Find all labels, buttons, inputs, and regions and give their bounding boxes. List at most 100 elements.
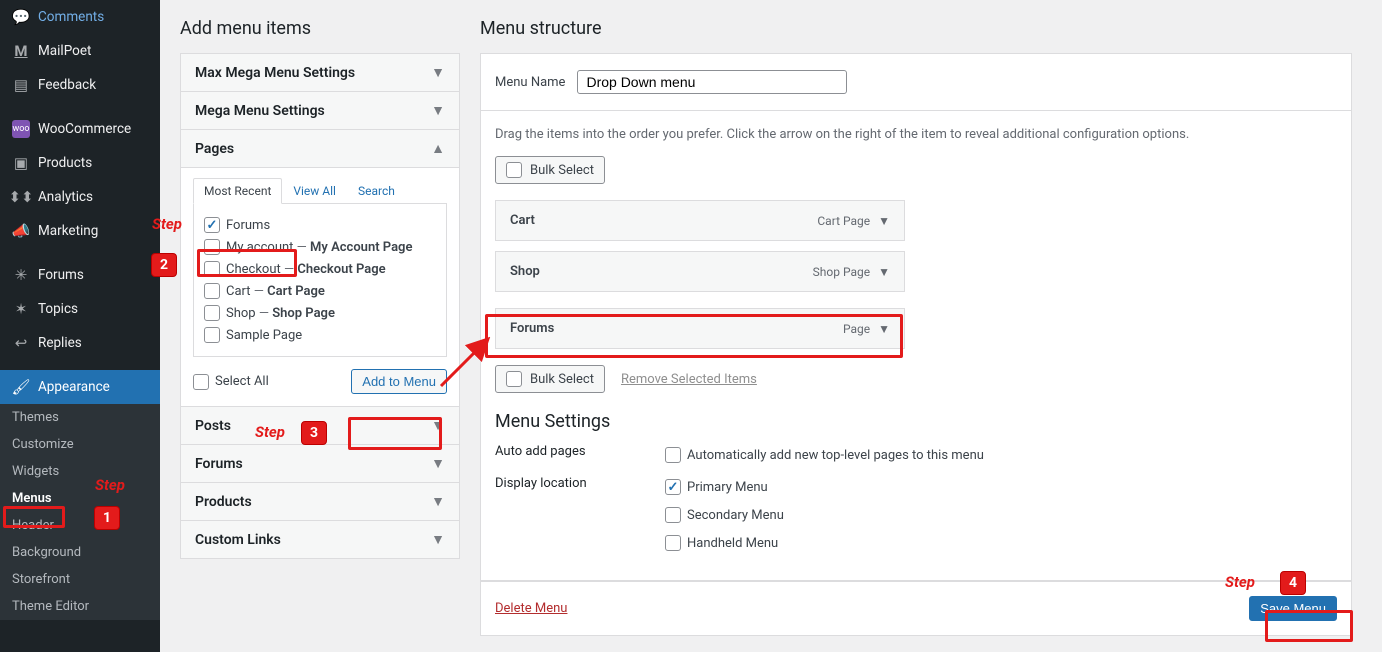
bulk-label: Bulk Select — [530, 163, 594, 178]
page-row-checkout[interactable]: Checkout — Checkout Page — [204, 258, 436, 280]
page-row-sample[interactable]: Sample Page — [204, 324, 436, 346]
step-4: 4 — [1280, 571, 1306, 595]
sidebar-item-label: WooCommerce — [38, 121, 131, 137]
structure-title: Menu structure — [480, 18, 1352, 39]
caret-down-icon[interactable]: ▼ — [878, 265, 890, 279]
sidebar-item-label: Feedback — [38, 77, 96, 93]
checkbox-forums[interactable] — [204, 217, 220, 233]
checkbox-handheld[interactable] — [665, 535, 681, 551]
bulk-label: Bulk Select — [530, 372, 594, 387]
panel-label: Mega Menu Settings — [195, 103, 325, 119]
sidebar-item-appearance[interactable]: 🖌 Appearance — [0, 370, 160, 404]
add-to-menu-button[interactable]: Add to Menu — [351, 369, 447, 394]
save-menu-button[interactable]: Save Menu — [1249, 596, 1337, 621]
menu-structure-column: Menu structure Menu Name Drag the items … — [480, 0, 1362, 632]
pages-list: Forums My account — My Account Page Chec… — [193, 203, 447, 357]
page-row-myaccount[interactable]: My account — My Account Page — [204, 236, 436, 258]
page-label: Checkout — Checkout Page — [226, 262, 386, 277]
sidebar-item-comments[interactable]: 💬Comments — [0, 0, 160, 34]
menu-item-cart[interactable]: CartCart Page▼ — [495, 200, 905, 241]
page-row-cart[interactable]: Cart — Cart Page — [204, 280, 436, 302]
loc-primary[interactable]: Primary Menu — [665, 476, 784, 498]
checkbox[interactable] — [204, 305, 220, 321]
checkbox[interactable] — [204, 261, 220, 277]
admin-sidebar: 💬Comments MMailPoet ▤Feedback woo WooComm… — [0, 0, 160, 652]
bulk-select-top[interactable]: Bulk Select — [495, 156, 605, 184]
menu-item-forums[interactable]: ForumsPage▼ — [495, 308, 905, 349]
checkbox-secondary[interactable] — [665, 507, 681, 523]
page-row-shop[interactable]: Shop — Shop Page — [204, 302, 436, 324]
checkbox-select-all[interactable] — [193, 374, 209, 390]
menu-name-input[interactable] — [577, 70, 847, 94]
tab-search[interactable]: Search — [347, 178, 406, 204]
panel-forums[interactable]: Forums▼ — [180, 444, 460, 483]
step-label-4: Step — [1225, 573, 1255, 591]
page-label: Cart — Cart Page — [226, 284, 325, 299]
reply-icon: ↩ — [12, 334, 30, 352]
box-icon: ▣ — [12, 154, 30, 172]
step-1: 1 — [94, 506, 120, 530]
sidebar-item-analytics[interactable]: ⬍⬍Analytics — [0, 180, 160, 214]
sidebar-item-replies[interactable]: ↩ Replies — [0, 326, 160, 360]
bulk-select-bottom[interactable]: Bulk Select — [495, 365, 605, 393]
woo-icon: woo — [12, 120, 30, 138]
delete-menu-link[interactable]: Delete Menu — [495, 601, 567, 616]
menu-item-label: Forums — [510, 321, 554, 336]
panel-mega[interactable]: Mega Menu Settings▼ — [180, 91, 460, 130]
mailpoet-icon: M — [12, 42, 30, 60]
sidebar-item-label: Appearance — [38, 379, 110, 395]
sidebar-item-topics[interactable]: ✶Topics — [0, 292, 160, 326]
caret-down-icon: ▼ — [431, 531, 445, 548]
checkbox-bulk[interactable] — [506, 162, 522, 178]
caret-up-icon: ▲ — [431, 140, 445, 157]
remove-selected-link[interactable]: Remove Selected Items — [621, 372, 757, 387]
caret-down-icon[interactable]: ▼ — [878, 322, 890, 336]
panel-max-mega[interactable]: Max Mega Menu Settings▼ — [180, 53, 460, 92]
sidebar-item-products[interactable]: ▣ Products — [0, 146, 160, 180]
subitem-menus[interactable]: Menus — [0, 485, 160, 512]
loc-label: Primary Menu — [687, 480, 768, 495]
sidebar-item-forums[interactable]: ✳Forums — [0, 258, 160, 292]
tab-most-recent[interactable]: Most Recent — [193, 178, 282, 204]
sidebar-item-marketing[interactable]: 📣Marketing — [0, 214, 160, 248]
checkbox[interactable] — [204, 283, 220, 299]
subitem-customize[interactable]: Customize — [0, 431, 160, 458]
subitem-background[interactable]: Background — [0, 539, 160, 566]
checkbox-bulk[interactable] — [506, 371, 522, 387]
page-row-forums[interactable]: Forums — [204, 214, 436, 236]
sidebar-item-mailpoet[interactable]: MMailPoet — [0, 34, 160, 68]
loc-secondary[interactable]: Secondary Menu — [665, 504, 784, 526]
sidebar-item-feedback[interactable]: ▤Feedback — [0, 68, 160, 102]
checkbox[interactable] — [204, 327, 220, 343]
subitem-theme-editor[interactable]: Theme Editor — [0, 593, 160, 620]
checkbox-primary[interactable] — [665, 479, 681, 495]
drag-hint: Drag the items into the order you prefer… — [495, 127, 1337, 142]
panel-products[interactable]: Products▼ — [180, 482, 460, 521]
step-label-2: Step — [152, 215, 182, 233]
step-2: 2 — [151, 253, 177, 277]
auto-add-checkbox-row[interactable]: Automatically add new top-level pages to… — [665, 444, 984, 466]
brush-icon: 🖌 — [12, 378, 30, 396]
tab-view-all[interactable]: View All — [282, 178, 347, 204]
menu-item-shop[interactable]: ShopShop Page▼ — [495, 251, 905, 292]
add-menu-items-column: Add menu items Max Mega Menu Settings▼ M… — [180, 0, 460, 632]
sidebar-item-label: Marketing — [38, 223, 98, 239]
topic-icon: ✶ — [12, 300, 30, 318]
sidebar-item-label: Forums — [38, 267, 84, 283]
checkbox-auto-add[interactable] — [665, 447, 681, 463]
subitem-widgets[interactable]: Widgets — [0, 458, 160, 485]
sidebar-item-label: Products — [38, 155, 92, 171]
select-all-row[interactable]: Select All — [193, 371, 269, 393]
loc-label: Secondary Menu — [687, 508, 784, 523]
caret-down-icon[interactable]: ▼ — [878, 214, 890, 228]
panel-custom-links[interactable]: Custom Links▼ — [180, 520, 460, 559]
subitem-themes[interactable]: Themes — [0, 404, 160, 431]
loc-handheld[interactable]: Handheld Menu — [665, 532, 784, 554]
checkbox[interactable] — [204, 239, 220, 255]
sidebar-item-woocommerce[interactable]: woo WooCommerce — [0, 112, 160, 146]
comment-icon: 💬 — [12, 8, 30, 26]
panel-pages-head[interactable]: Pages▲ — [181, 130, 459, 167]
sidebar-item-label: Replies — [38, 335, 82, 351]
subitem-storefront[interactable]: Storefront — [0, 566, 160, 593]
subitem-header[interactable]: Header — [0, 512, 160, 539]
